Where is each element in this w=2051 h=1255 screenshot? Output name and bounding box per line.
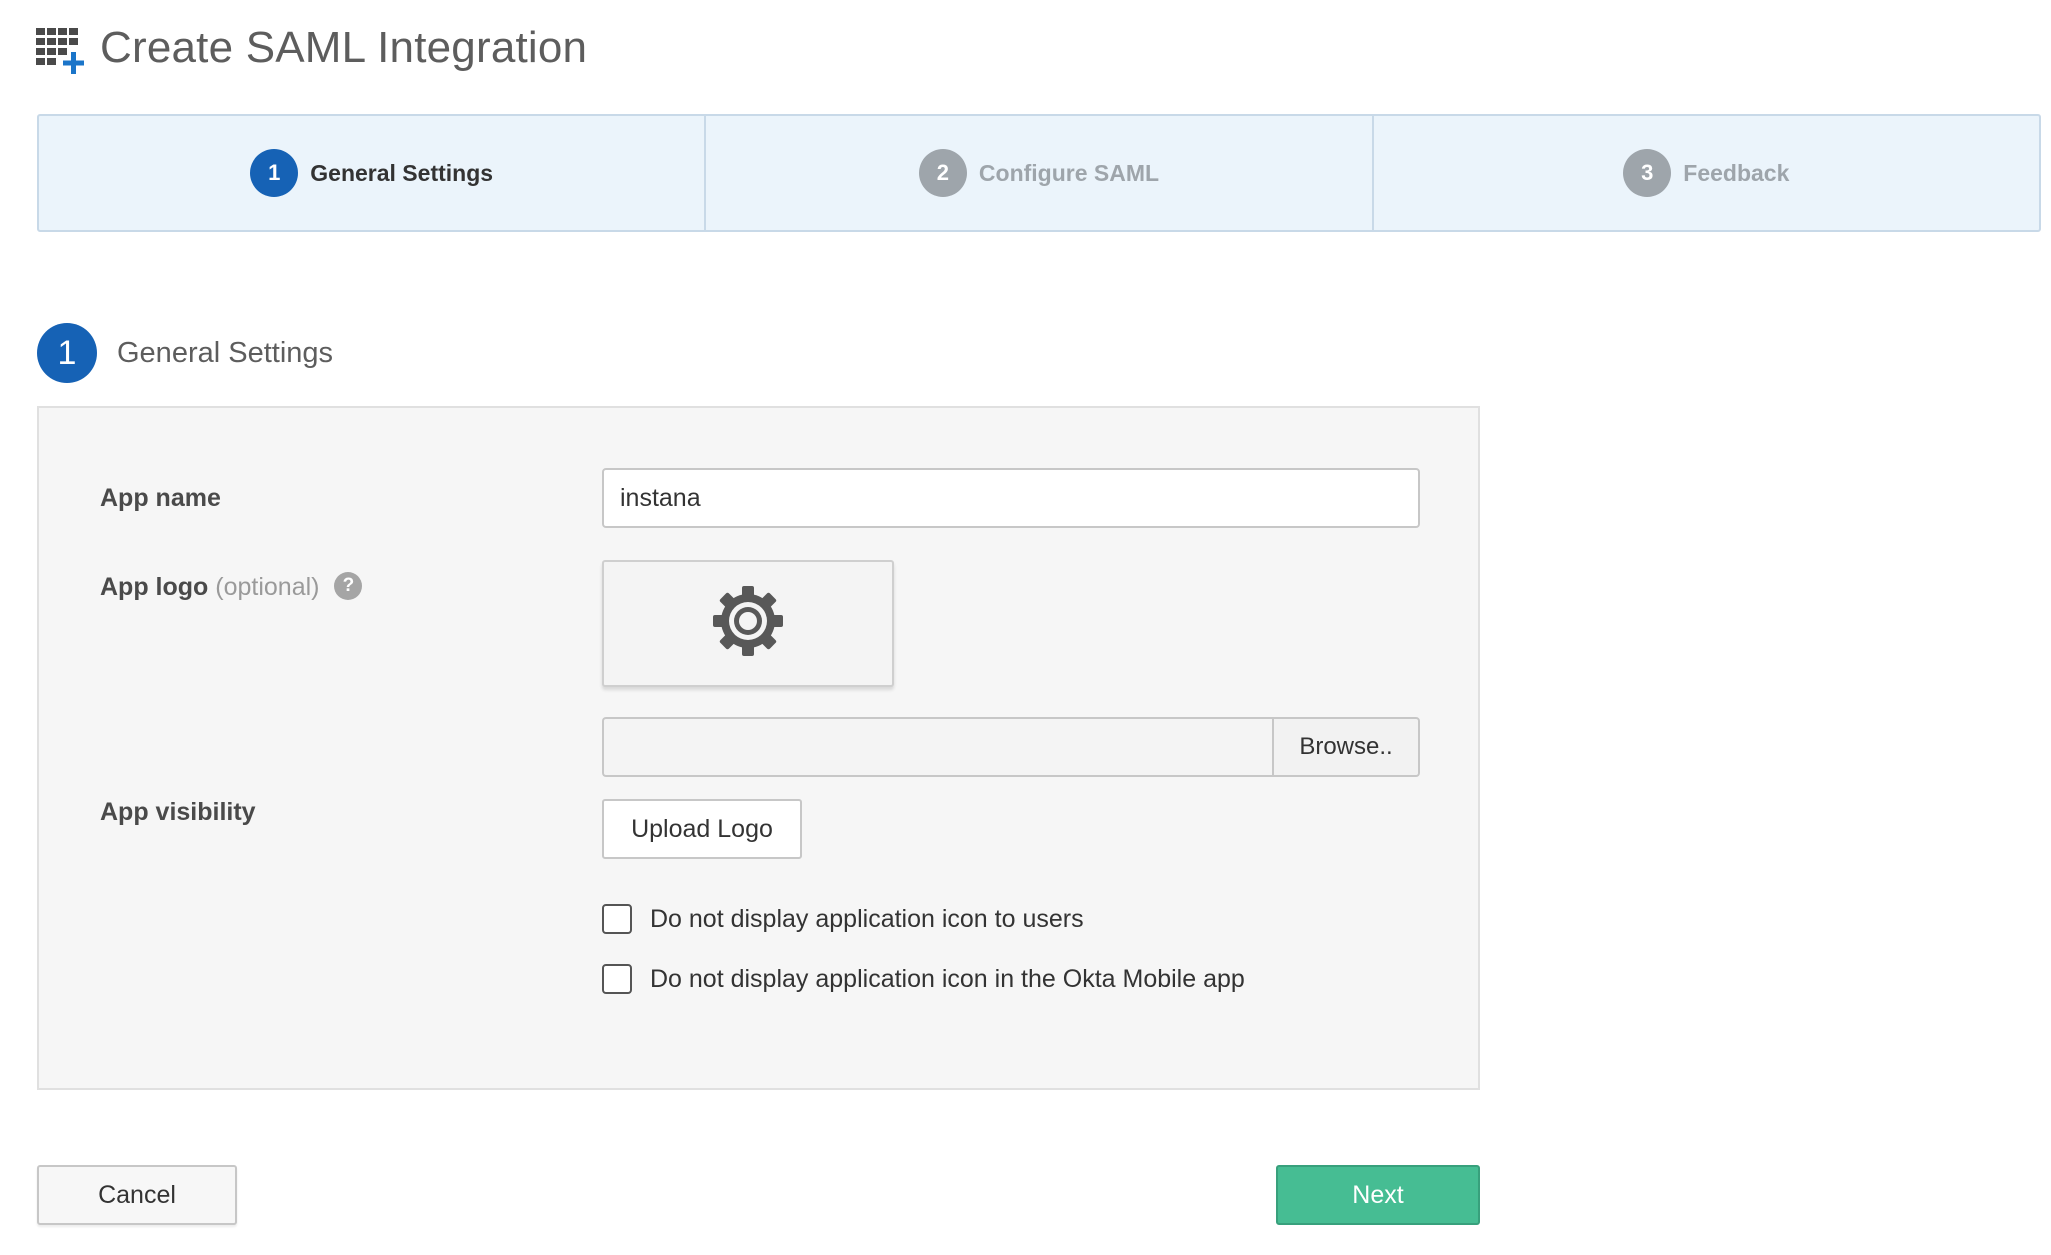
step-label: Feedback [1683,159,1790,186]
wizard-step-general-settings[interactable]: 1 General Settings [39,116,707,230]
section-title: General Settings [117,336,334,369]
section-number-badge: 1 [37,323,97,383]
help-icon[interactable]: ? [334,572,363,601]
hide-from-okta-mobile-checkbox[interactable] [602,964,632,994]
step-number: 2 [918,149,967,197]
app-name-input[interactable] [602,468,1420,528]
page-header: Create SAML Integration [36,18,587,78]
step-number: 3 [1623,149,1672,197]
visibility-option-hide-from-okta-mobile[interactable]: Do not display application icon in the O… [602,964,1245,994]
cancel-button[interactable]: Cancel [37,1165,237,1225]
grid-add-icon [36,22,88,74]
section-heading: 1 General Settings [37,323,333,383]
page-title: Create SAML Integration [100,23,588,72]
optional-hint: (optional) [215,573,320,601]
wizard-step-configure-saml: 2 Configure SAML [706,116,1374,230]
app-logo-label: App logo (optional) ? [100,572,363,602]
browse-button[interactable]: Browse.. [1272,717,1420,777]
step-number: 1 [250,149,299,197]
checkbox-label: Do not display application icon to users [650,904,1084,933]
app-logo-label-text: App logo [100,573,209,601]
hide-from-users-checkbox[interactable] [602,904,632,934]
app-name-label: App name [100,484,221,512]
wizard-steps: 1 General Settings 2 Configure SAML 3 Fe… [37,114,2041,232]
gear-icon [711,584,785,663]
step-label: Configure SAML [978,159,1160,186]
step-label: General Settings [310,159,494,186]
app-visibility-label: App visibility [100,798,256,826]
checkbox-label: Do not display application icon in the O… [650,964,1245,993]
logo-preview [602,560,894,687]
wizard-step-feedback: 3 Feedback [1374,116,2039,230]
logo-file-picker: Browse.. [602,717,1420,777]
logo-file-path-field[interactable] [602,717,1272,777]
general-settings-form: App name App logo (optional) ? Bro [37,406,1480,1090]
upload-logo-button[interactable]: Upload Logo [602,799,802,859]
next-button[interactable]: Next [1276,1165,1480,1225]
visibility-option-hide-from-users[interactable]: Do not display application icon to users [602,904,1084,934]
